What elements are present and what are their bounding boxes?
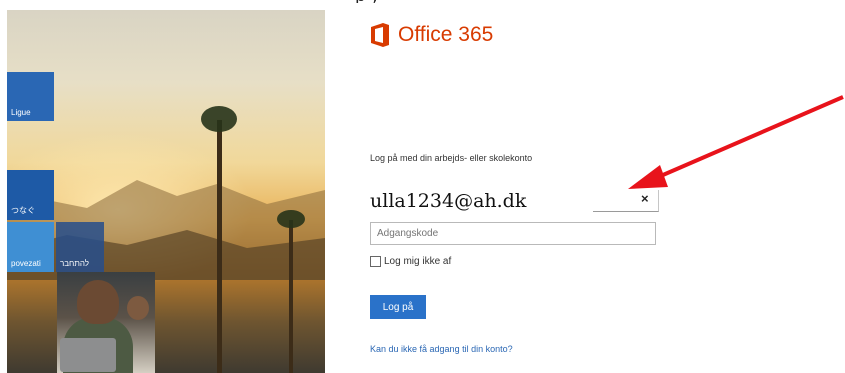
tile-label: להתחבר [60,259,89,268]
username-value[interactable]: ulla1234@ah.dk [370,187,526,215]
account-help-link[interactable]: Kan du ikke få adgang til din konto? [370,344,513,354]
username-input-box[interactable] [593,190,659,212]
tile-label: povezati [11,259,41,268]
hero-photo-panel: Ligue つなぐ povezati להתחבר [7,10,325,373]
stay-signed-in-option[interactable]: Log mig ikke af [370,256,451,267]
laptop [60,338,116,372]
stay-signed-in-checkbox[interactable] [370,256,381,267]
signin-prompt: Log på med din arbejds- eller skolekonto [370,153,533,163]
palm-tree-trunk [217,120,222,373]
tile-povezati: povezati [7,222,54,272]
palm-tree-crown [201,106,237,132]
username-field[interactable]: ulla1234@ah.dk × [370,187,660,215]
office-logo: Office 365 [371,23,493,47]
signin-button[interactable]: Log på [370,295,426,319]
office-logo-text: Office 365 [398,23,494,46]
palm-tree-trunk-small [289,220,293,373]
tile-people-photo [57,272,155,373]
office-logo-icon [371,23,389,47]
clear-icon[interactable]: × [641,191,649,206]
cropped-top-text: p , [355,0,845,3]
tile-label: Ligue [11,108,31,117]
person-head [77,280,119,324]
tile-ligue: Ligue [7,72,54,121]
tile-hebrew: להתחבר [56,222,104,272]
stay-signed-in-label[interactable]: Log mig ikke af [384,256,451,267]
second-person-head [127,296,149,320]
palm-tree-crown-small [277,210,305,228]
tile-label: つなぐ [11,206,35,215]
tile-tsunagu: つなぐ [7,170,54,220]
password-field[interactable] [370,222,656,245]
